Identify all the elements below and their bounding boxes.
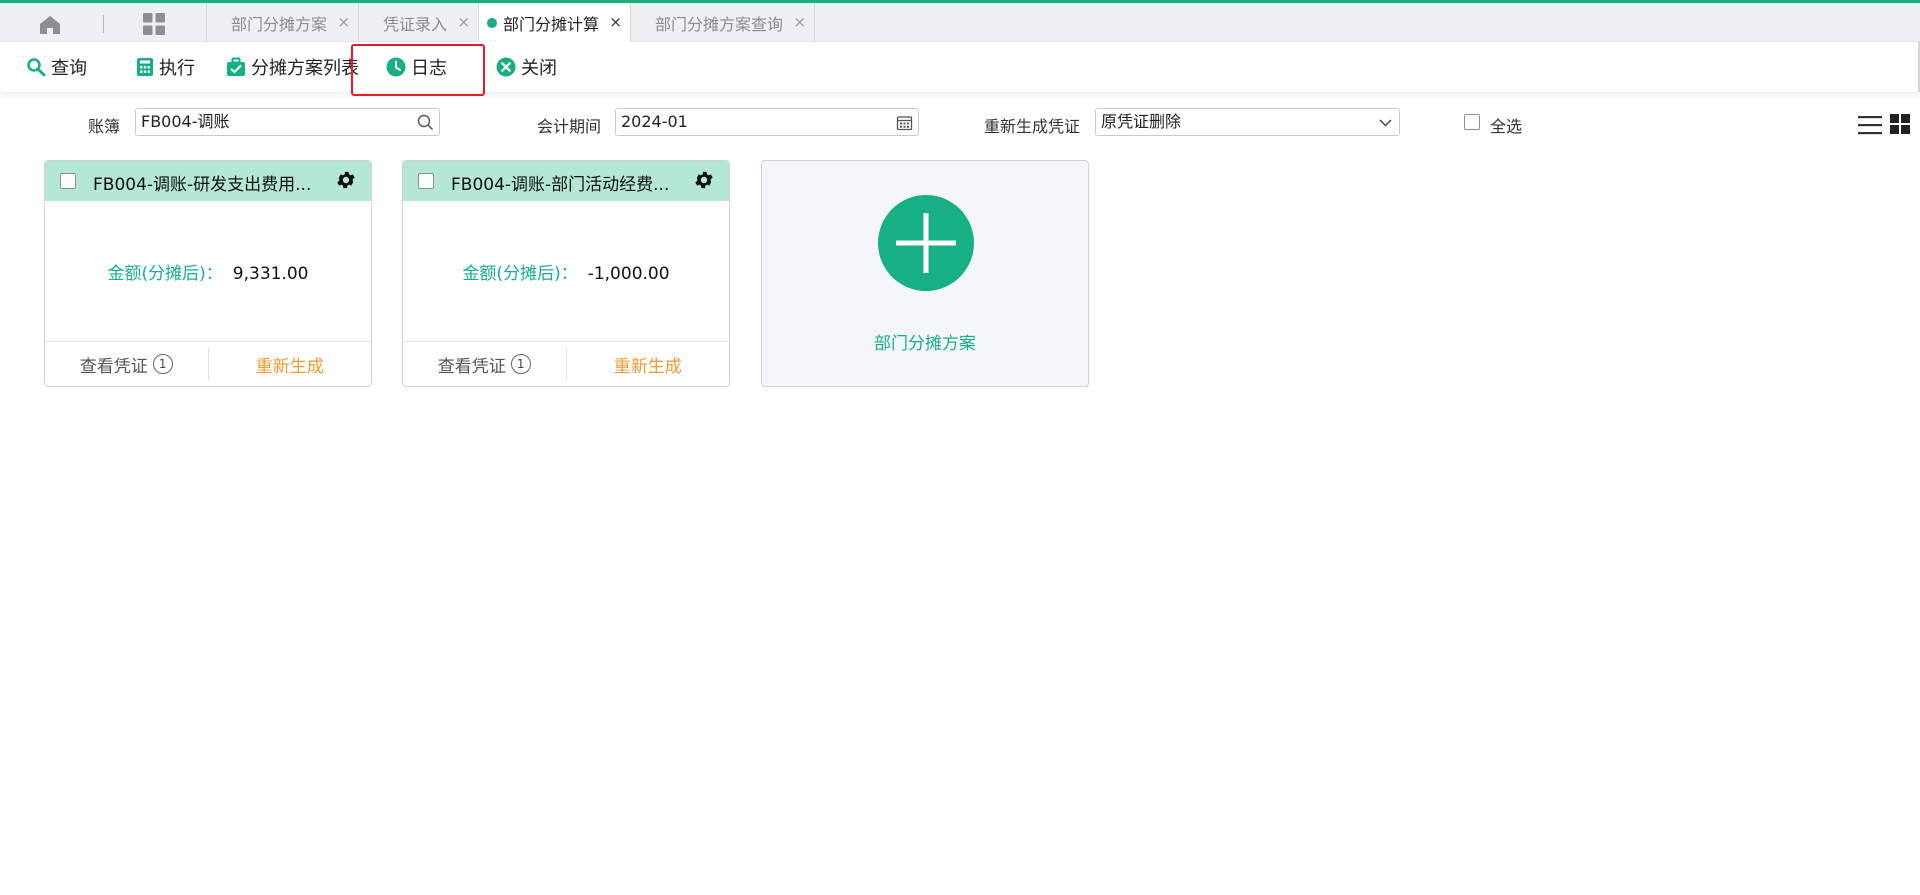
- allocation-card: FB004-调账-部门活动经费... 金额(分摊后)： -1,000.00 查看凭…: [402, 160, 730, 387]
- amount-row: 金额(分摊后)： -1,000.00: [403, 259, 729, 284]
- log-highlight-box: [351, 44, 485, 96]
- close-circle-icon: [496, 57, 516, 77]
- tab-close-icon[interactable]: ×: [457, 13, 470, 31]
- card-body: 金额(分摊后)： 9,331.00: [45, 201, 371, 342]
- period-label: 会计期间: [537, 117, 602, 136]
- regen-voucher-select[interactable]: 原凭证删除: [1095, 108, 1400, 136]
- view-voucher-label: 查看凭证: [79, 356, 148, 377]
- gear-icon[interactable]: [335, 169, 357, 191]
- amount-value: 9,331.00: [232, 264, 309, 284]
- ledger-label: 账簿: [88, 117, 121, 136]
- period-value: 2024-01: [621, 112, 688, 131]
- tab-close-icon[interactable]: ×: [337, 13, 350, 31]
- tab-label: 部门分摊方案查询: [655, 14, 784, 34]
- toolbar: 查询 执行 分摊方案列表 日志 关闭: [0, 42, 1920, 92]
- card-title: FB004-调账-研发支出费用...: [93, 175, 312, 195]
- calendar-icon[interactable]: [896, 114, 913, 131]
- amount-label: 金额(分摊后)：: [462, 264, 578, 284]
- voucher-count-badge: 1: [152, 354, 173, 374]
- amount-label: 金额(分摊后)：: [107, 264, 223, 284]
- card-body: 金额(分摊后)： -1,000.00: [403, 201, 729, 342]
- execute-label: 执行: [159, 58, 195, 79]
- voucher-count-badge: 1: [510, 354, 531, 374]
- tab-divider: [814, 3, 815, 42]
- tab-close-icon[interactable]: ×: [609, 13, 622, 31]
- scheme-list-label: 分摊方案列表: [251, 58, 359, 79]
- apps-grid-icon[interactable]: [142, 12, 166, 36]
- card-header: FB004-调账-部门活动经费...: [403, 161, 729, 201]
- regen-voucher-label: 重新生成凭证: [984, 117, 1081, 136]
- tab-dept-allocation-query[interactable]: 部门分摊方案查询 ×: [630, 3, 814, 42]
- list-view-icon[interactable]: [1858, 114, 1882, 136]
- card-title: FB004-调账-部门活动经费...: [451, 175, 670, 195]
- card-footer: 查看凭证 1 重新生成: [403, 342, 729, 386]
- search-icon: [27, 58, 46, 77]
- select-all-label: 全选: [1490, 117, 1523, 136]
- scheme-list-button[interactable]: 分摊方案列表: [226, 55, 359, 79]
- query-button[interactable]: 查询: [26, 55, 87, 79]
- briefcase-icon: [227, 57, 245, 76]
- tab-dept-allocation-scheme[interactable]: 部门分摊方案 ×: [206, 3, 358, 42]
- period-input[interactable]: 2024-01: [615, 108, 919, 136]
- active-dot-icon: [487, 17, 497, 28]
- chevron-down-icon: [1379, 119, 1392, 127]
- gear-icon[interactable]: [693, 169, 715, 191]
- close-button[interactable]: 关闭: [496, 55, 557, 79]
- card-header: FB004-调账-研发支出费用...: [45, 161, 371, 201]
- view-voucher-button[interactable]: 查看凭证 1: [45, 342, 208, 386]
- allocation-card: FB004-调账-研发支出费用... 金额(分摊后)： 9,331.00 查看凭证…: [44, 160, 372, 387]
- calculator-icon: [137, 58, 153, 76]
- card-view-icon[interactable]: [1890, 114, 1910, 134]
- tab-label: 凭证录入: [383, 14, 448, 34]
- close-label: 关闭: [521, 58, 557, 79]
- card-footer: 查看凭证 1 重新生成: [45, 342, 371, 386]
- card-checkbox[interactable]: [418, 173, 434, 189]
- home-icon[interactable]: [36, 13, 64, 37]
- regenerate-button[interactable]: 重新生成: [209, 342, 372, 386]
- view-voucher-button[interactable]: 查看凭证 1: [403, 342, 566, 386]
- tab-bar: 部门分摊方案 × 凭证录入 × 部门分摊计算 × 部门分摊方案查询 ×: [0, 0, 1920, 42]
- tab-voucher-entry[interactable]: 凭证录入 ×: [358, 3, 478, 42]
- regenerate-label: 重新生成: [613, 356, 682, 377]
- tab-label: 部门分摊方案: [231, 14, 328, 34]
- card-checkbox[interactable]: [60, 173, 76, 189]
- tab-dept-allocation-calc[interactable]: 部门分摊计算 ×: [478, 3, 630, 42]
- add-card-label: 部门分摊方案: [874, 334, 976, 354]
- view-voucher-label: 查看凭证: [437, 356, 506, 377]
- query-label: 查询: [51, 58, 87, 79]
- tab-divider: [103, 15, 104, 33]
- tab-label: 部门分摊计算: [503, 14, 600, 34]
- amount-value: -1,000.00: [587, 264, 670, 284]
- tab-close-icon[interactable]: ×: [793, 13, 806, 31]
- ledger-value: FB004-调账: [141, 112, 230, 131]
- add-allocation-scheme-card[interactable]: 部门分摊方案: [761, 160, 1089, 387]
- regenerate-button[interactable]: 重新生成: [567, 342, 730, 386]
- execute-button[interactable]: 执行: [136, 55, 195, 79]
- amount-row: 金额(分摊后)： 9,331.00: [45, 259, 371, 284]
- regenerate-label: 重新生成: [255, 356, 324, 377]
- plus-circle-icon: [878, 195, 974, 291]
- select-all-checkbox[interactable]: [1464, 114, 1480, 130]
- ledger-input[interactable]: FB004-调账: [135, 108, 440, 136]
- search-icon[interactable]: [417, 114, 434, 131]
- regen-voucher-value: 原凭证删除: [1101, 112, 1182, 131]
